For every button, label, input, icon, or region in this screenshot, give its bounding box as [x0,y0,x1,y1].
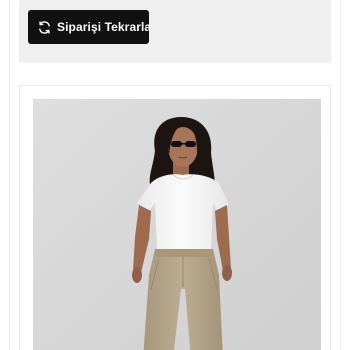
product-card[interactable] [19,85,331,350]
right-divider [340,0,341,350]
reorder-card: Siparişi Tekrarla [19,0,331,62]
left-divider [9,0,10,350]
reorder-button-label: Siparişi Tekrarla [57,20,152,34]
reorder-button[interactable]: Siparişi Tekrarla [28,10,152,44]
refresh-icon [37,20,52,35]
product-photo[interactable] [33,99,321,350]
order-detail-page: Siparişi Tekrarla [0,0,350,350]
